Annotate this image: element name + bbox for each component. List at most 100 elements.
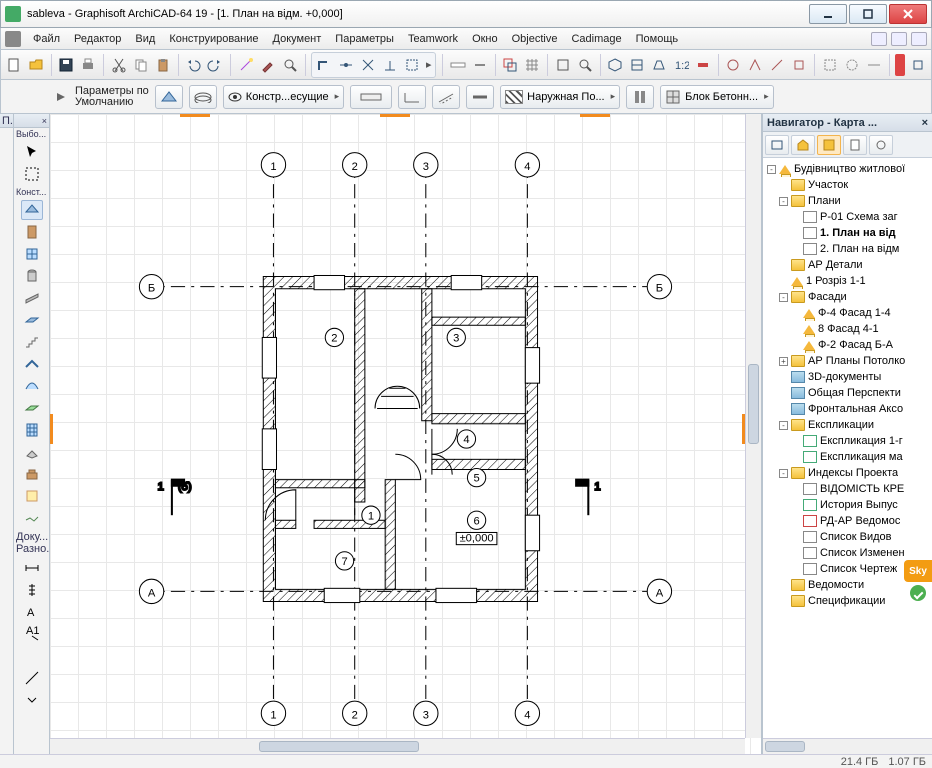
tree-item[interactable]: -Фасади	[765, 289, 932, 305]
label-tool[interactable]: A1	[21, 624, 43, 644]
menu-options[interactable]: Параметры	[329, 31, 400, 47]
redo-button[interactable]	[206, 54, 224, 76]
material-selector[interactable]: Блок Бетонн... ▸	[660, 85, 773, 109]
column-tool[interactable]	[21, 266, 43, 286]
marquee-tool[interactable]	[21, 164, 43, 184]
tree-item[interactable]: Общая Перспекти	[765, 385, 932, 401]
more-tool[interactable]	[21, 690, 43, 710]
snap-corner-button[interactable]	[313, 54, 335, 76]
tree-item[interactable]: Список Видов	[765, 529, 932, 545]
tool-d[interactable]	[790, 54, 808, 76]
save-button[interactable]	[57, 54, 75, 76]
menu-file[interactable]: Файл	[27, 31, 66, 47]
print-button[interactable]	[79, 54, 97, 76]
tool-f[interactable]	[843, 54, 861, 76]
measure-button[interactable]: 1:2	[672, 54, 690, 76]
menu-cadimage[interactable]: Cadimage	[565, 31, 627, 47]
tree-item[interactable]: 1. План на від	[765, 225, 932, 241]
tree-item[interactable]: Список Изменен	[765, 545, 932, 561]
morph-tool[interactable]	[21, 442, 43, 462]
mesh-tool[interactable]	[21, 508, 43, 528]
arrow-tool[interactable]	[21, 142, 43, 162]
tree-item[interactable]: Участок	[765, 177, 932, 193]
new-file-button[interactable]	[5, 54, 23, 76]
tree-item[interactable]: +АР Планы Потолко	[765, 353, 932, 369]
infobar-expand-icon[interactable]	[55, 90, 69, 104]
suspend-button[interactable]	[471, 54, 489, 76]
menu-objective[interactable]: Objective	[506, 31, 564, 47]
nav-tab-view[interactable]	[791, 135, 815, 155]
drawing-canvas[interactable]: 1 2 3 4 1 2 3 4 Б Б А А	[50, 114, 762, 754]
layer-selector[interactable]: Констр...есущие ▸	[223, 85, 344, 109]
geometry-method-2[interactable]	[398, 85, 426, 109]
undo-button[interactable]	[184, 54, 202, 76]
tree-item[interactable]: ВІДОМІСТЬ КРЕ	[765, 481, 932, 497]
element-settings-button[interactable]	[155, 85, 183, 109]
tool-h[interactable]	[909, 54, 927, 76]
expander-icon[interactable]: -	[767, 165, 776, 174]
geometry-method-3[interactable]	[432, 85, 460, 109]
tool-e[interactable]	[821, 54, 839, 76]
window-tool[interactable]	[21, 244, 43, 264]
roof-tool[interactable]	[21, 354, 43, 374]
expander-icon[interactable]: -	[779, 293, 788, 302]
nav-tab-publisher[interactable]	[843, 135, 867, 155]
geometry-method-1[interactable]	[350, 85, 392, 109]
menu-window[interactable]: Окно	[466, 31, 504, 47]
palette-p1-header[interactable]: П...	[0, 114, 13, 128]
nav-tab-layout[interactable]	[817, 135, 841, 155]
close-icon[interactable]: ×	[42, 116, 47, 126]
record-button[interactable]	[895, 54, 905, 76]
geometry-method-4[interactable]	[466, 85, 494, 109]
slab-tool[interactable]	[21, 310, 43, 330]
section-button[interactable]	[650, 54, 668, 76]
canvas-scrollbar-vertical[interactable]	[745, 114, 761, 738]
mdi-close-button[interactable]	[911, 32, 927, 46]
surface-selector[interactable]: Наружная По... ▸	[500, 85, 620, 109]
eyedropper-button[interactable]	[259, 54, 277, 76]
stair-tool[interactable]	[21, 332, 43, 352]
canvas-scrollbar-horizontal[interactable]	[50, 738, 745, 754]
tree-item[interactable]: Експликация ма	[765, 449, 932, 465]
shell-tool[interactable]	[21, 376, 43, 396]
toolbox-header[interactable]: ×	[14, 114, 49, 128]
snap-intersect-button[interactable]	[357, 54, 379, 76]
expander-icon[interactable]: -	[779, 421, 788, 430]
tree-item[interactable]: 3D-документы	[765, 369, 932, 385]
tree-item[interactable]: Ф-4 Фасад 1-4	[765, 305, 932, 321]
tool-c[interactable]	[768, 54, 786, 76]
dimension-tool[interactable]	[21, 558, 43, 578]
nav-tab-settings[interactable]	[869, 135, 893, 155]
tool-g[interactable]	[865, 54, 883, 76]
skype-overlay[interactable]: Sky	[904, 560, 932, 601]
grid-button[interactable]	[523, 54, 541, 76]
tree-item[interactable]: 2. План на відм	[765, 241, 932, 257]
tree-item[interactable]: Експликация 1-г	[765, 433, 932, 449]
expander-icon[interactable]: -	[779, 197, 788, 206]
nav-tab-project[interactable]	[765, 135, 789, 155]
cut-button[interactable]	[110, 54, 128, 76]
wall-tool[interactable]	[21, 200, 43, 220]
menu-document[interactable]: Документ	[267, 31, 328, 47]
line-tool[interactable]	[21, 668, 43, 688]
door-tool[interactable]	[21, 222, 43, 242]
floorplan-button[interactable]	[628, 54, 646, 76]
snap-dropdown-icon[interactable]: ▸	[423, 58, 435, 71]
minimize-button[interactable]	[809, 4, 847, 24]
layer-toggle-button[interactable]	[189, 85, 217, 109]
close-icon[interactable]: ×	[922, 117, 928, 129]
tree-item[interactable]: РД-АР Ведомос	[765, 513, 932, 529]
skype-badge[interactable]: Sky	[904, 560, 932, 582]
curtainwall-tool[interactable]	[21, 420, 43, 440]
snap-mid-button[interactable]	[335, 54, 357, 76]
paste-button[interactable]	[154, 54, 172, 76]
menu-editor[interactable]: Редактор	[68, 31, 127, 47]
level-dim-tool[interactable]	[21, 580, 43, 600]
navigator-tree[interactable]: -Будівництво житловоїУчасток-ПланиР-01 С…	[763, 158, 932, 738]
tree-item[interactable]: Р-01 Схема заг	[765, 209, 932, 225]
find-select-button[interactable]	[281, 54, 299, 76]
menu-teamwork[interactable]: Teamwork	[402, 31, 464, 47]
snap-settings-button[interactable]	[401, 54, 423, 76]
tree-item[interactable]: 1 Розріз 1-1	[765, 273, 932, 289]
text-tool[interactable]: A	[21, 602, 43, 622]
